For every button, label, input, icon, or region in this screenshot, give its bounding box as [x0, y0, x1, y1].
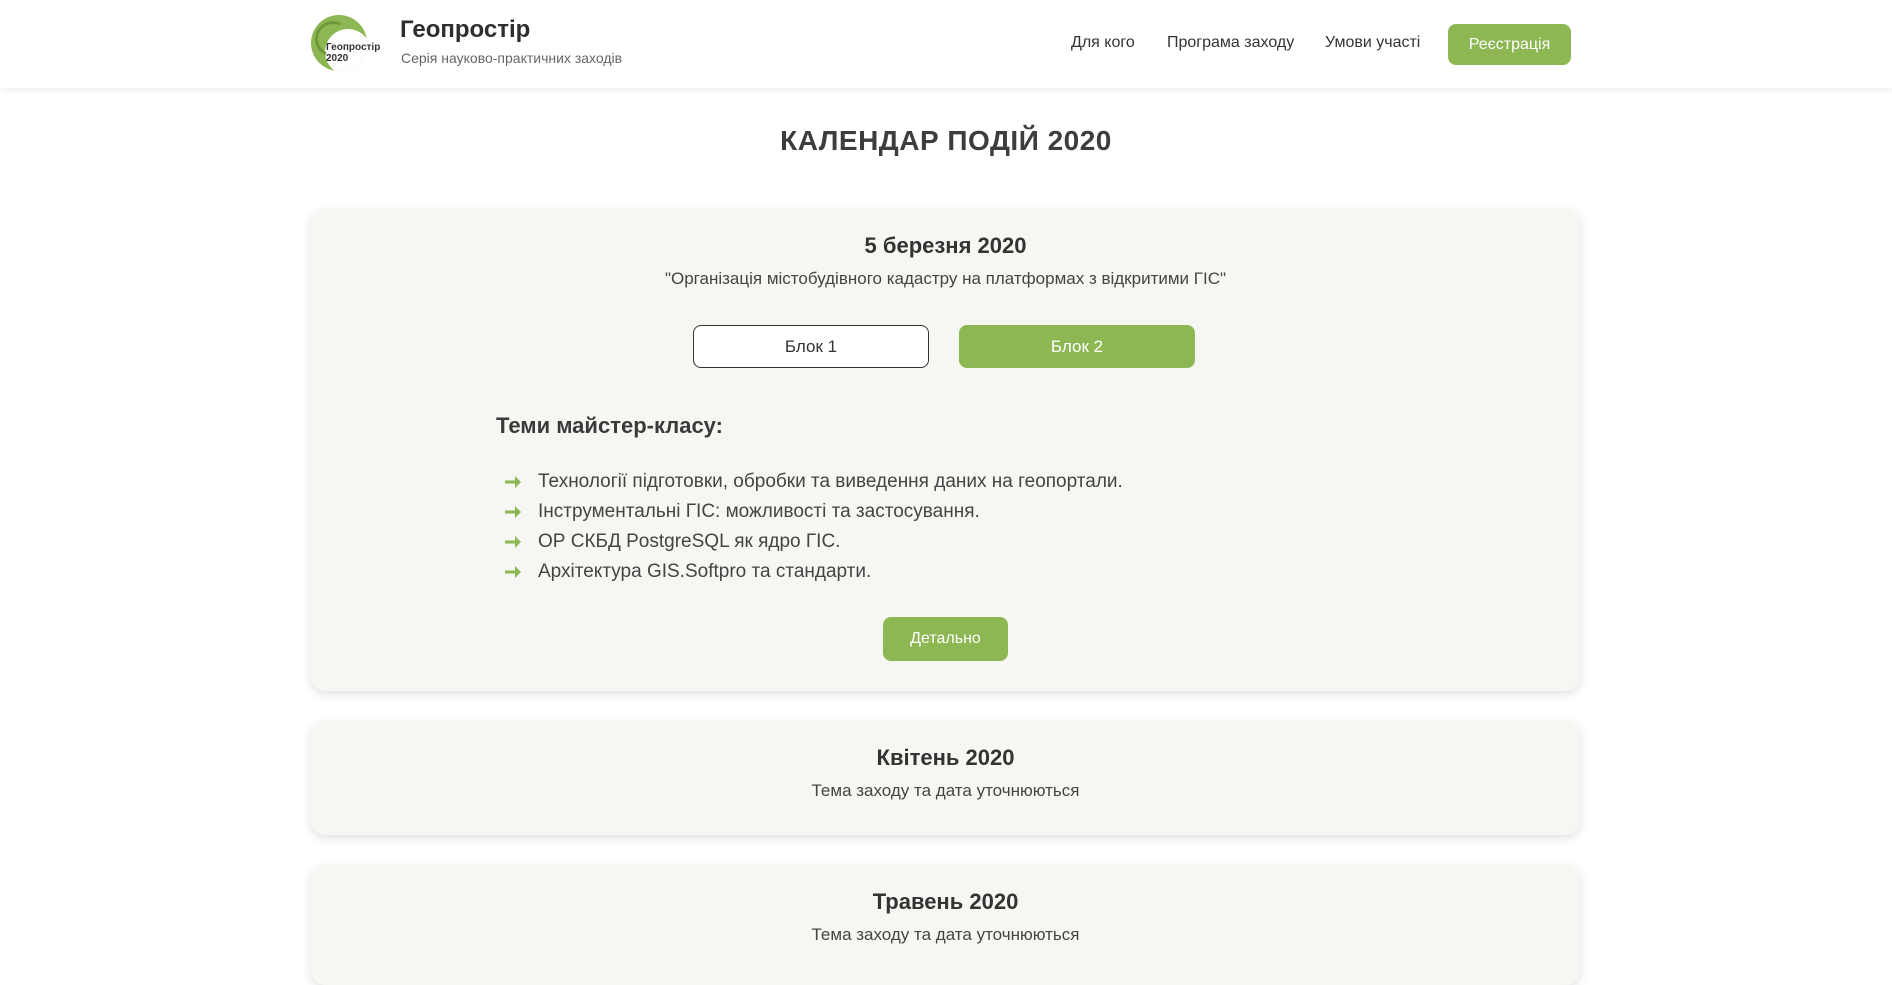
tab-block-1[interactable]: Блок 1	[693, 325, 929, 368]
event-subtitle: "Організація містобудівного кадастру на …	[664, 269, 1227, 288]
event-date: Травень 2020	[872, 889, 1019, 914]
arrow-right-icon	[505, 566, 521, 578]
event-subtitle: Тема заходу та дата уточнюються	[811, 781, 1080, 800]
page-title: КАЛЕНДАР ПОДІЙ 2020	[780, 125, 1112, 156]
event-subtitle: Тема заходу та дата уточнюються	[811, 925, 1080, 944]
list-item: ОР СКБД PostgreSQL як ядро ГІС.	[504, 531, 840, 553]
register-button[interactable]: Реєстрація	[1448, 24, 1571, 65]
arrow-right-icon	[505, 506, 521, 518]
topic-text: ОР СКБД PostgreSQL як ядро ГІС.	[538, 531, 841, 552]
nav-link-conditions[interactable]: Умови участі	[1325, 34, 1420, 52]
event-date: 5 березня 2020	[864, 233, 1027, 258]
list-item: Інструментальні ГІС: можливості та засто…	[504, 501, 980, 523]
brand-subtitle: Серія науково-практичних заходів	[401, 50, 623, 66]
nav-link-program[interactable]: Програма заходу	[1167, 34, 1294, 52]
event-card: 5 березня 2020 "Організація містобудівно…	[311, 209, 1580, 691]
event-date: Квітень 2020	[876, 745, 1015, 770]
arrow-right-icon	[505, 476, 521, 488]
brand-title[interactable]: Геопростір	[400, 16, 530, 44]
arrow-right-icon	[505, 536, 521, 548]
list-item: Технології підготовки, обробки та виведе…	[504, 471, 1123, 493]
nav-link-for-whom[interactable]: Для кого	[1071, 34, 1135, 52]
topic-text: Технології підготовки, обробки та виведе…	[538, 471, 1123, 492]
event-card: Квітень 2020 Тема заходу та дата уточнюю…	[311, 721, 1580, 835]
site-header: Геопростір 2020 Геопростір Серія науково…	[0, 0, 1892, 88]
topics-heading: Теми майстер-класу:	[496, 413, 723, 438]
event-card: Травень 2020 Тема заходу та дата уточнюю…	[311, 865, 1580, 985]
list-item: Архітектура GIS.Softpro та стандарти.	[504, 561, 871, 583]
logo-text: Геопростір 2020	[326, 42, 381, 64]
topic-text: Архітектура GIS.Softpro та стандарти.	[538, 561, 872, 582]
tab-block-2[interactable]: Блок 2	[959, 325, 1195, 368]
details-button[interactable]: Детально	[883, 617, 1008, 661]
topic-text: Інструментальні ГІС: можливості та засто…	[538, 501, 980, 522]
